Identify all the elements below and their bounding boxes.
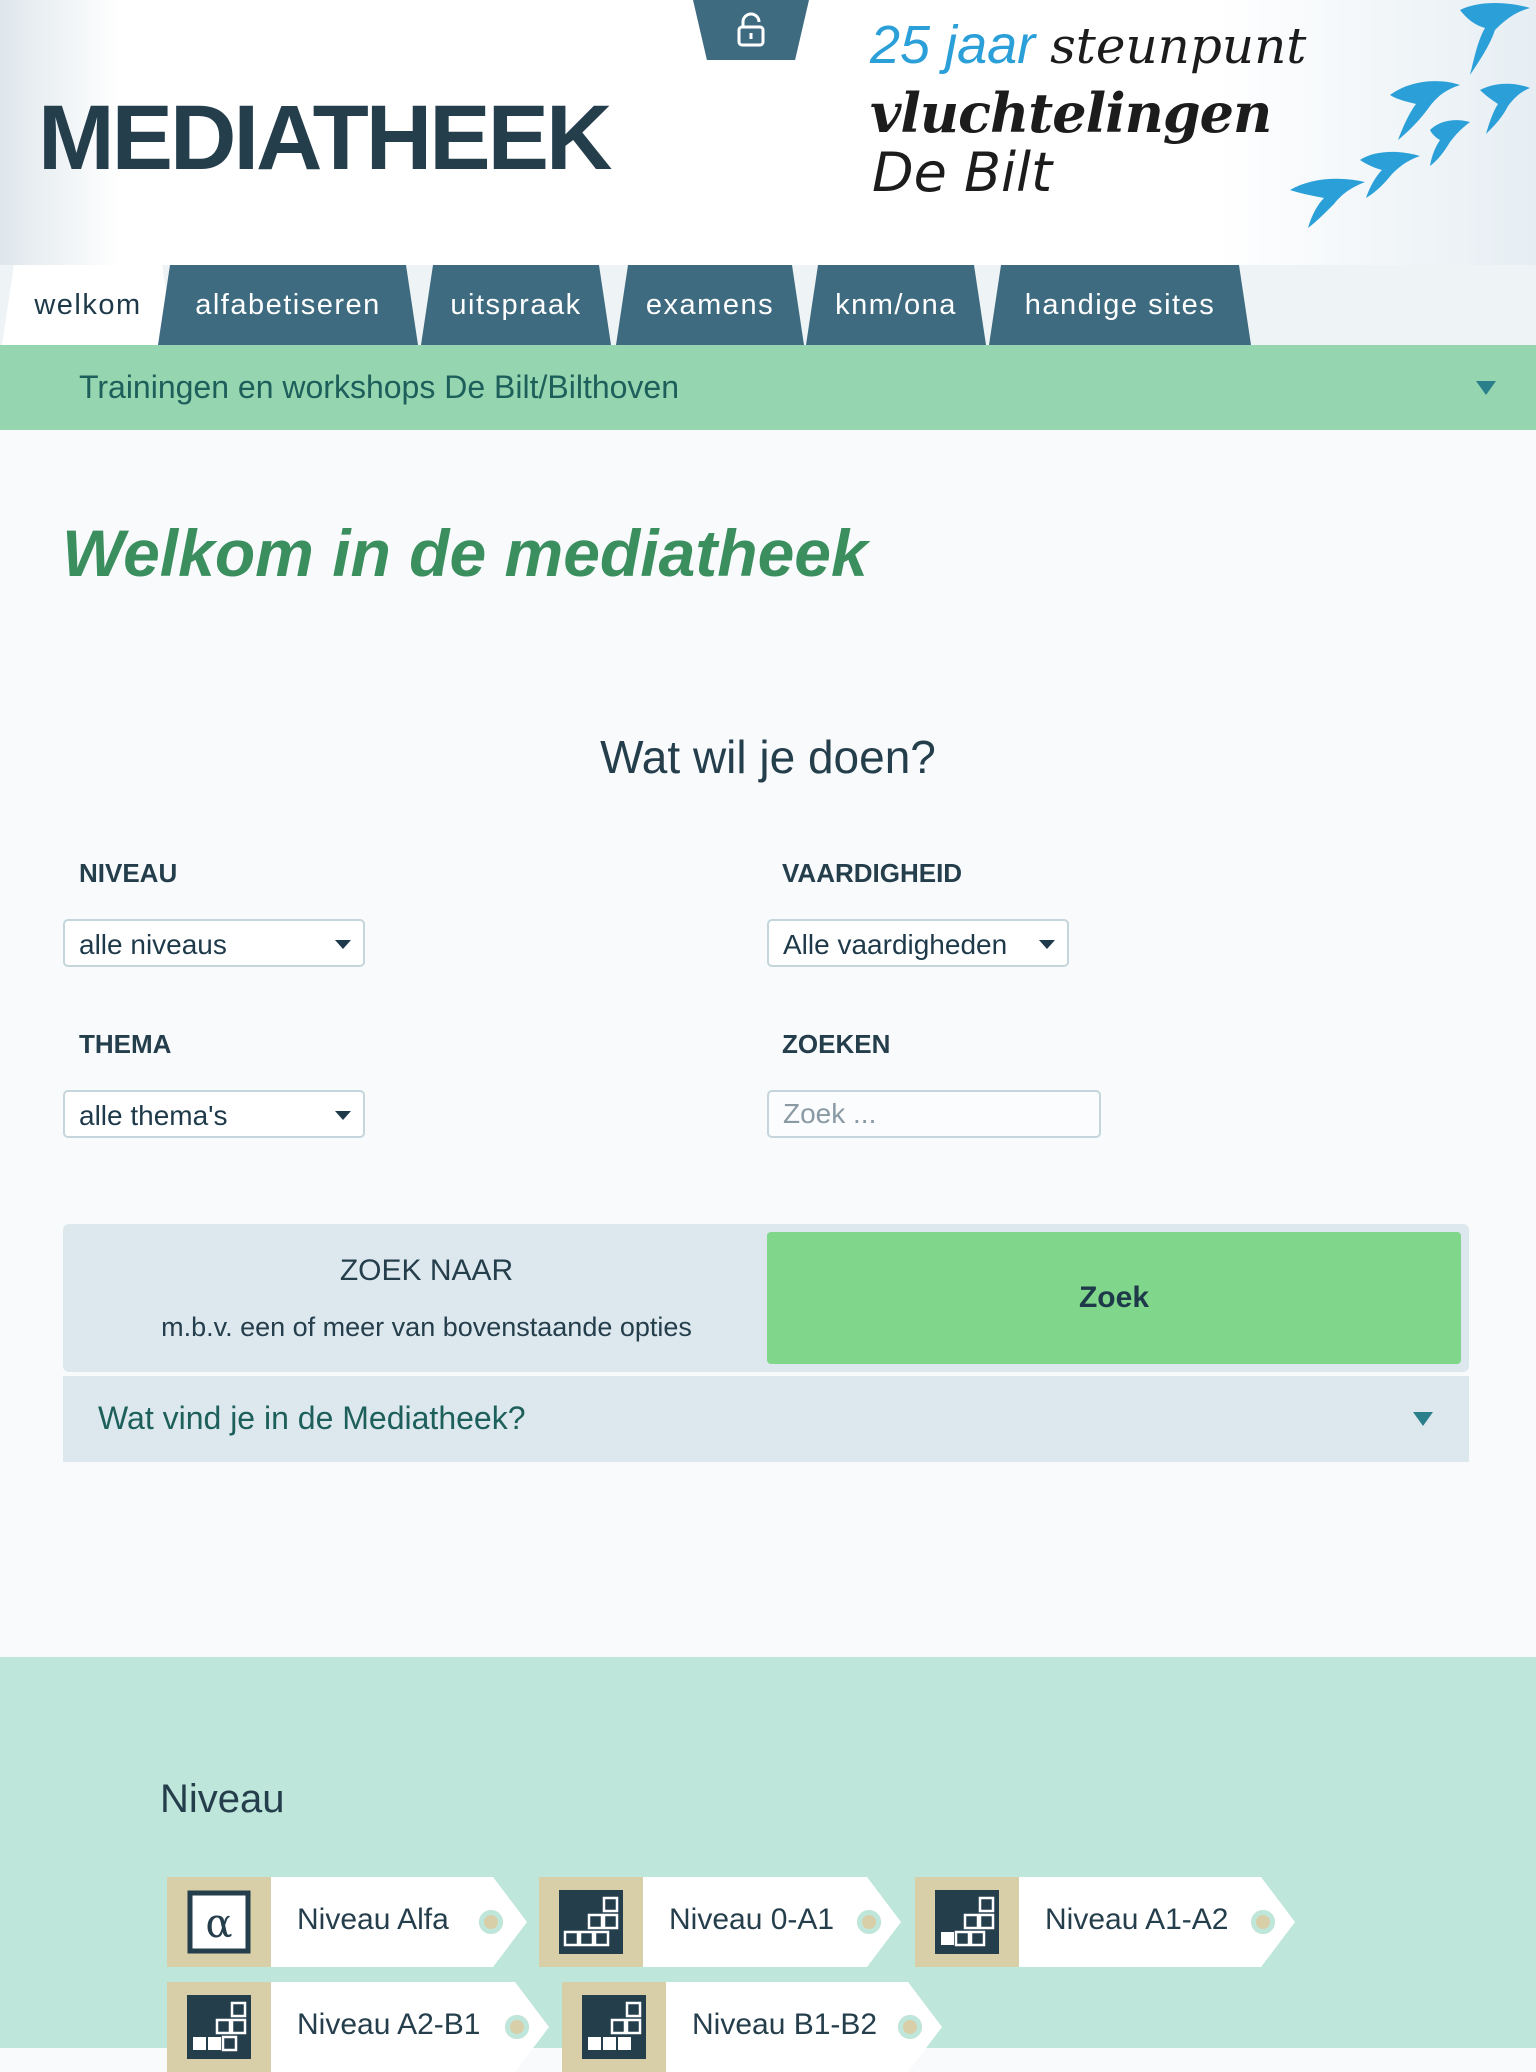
accordion-label: Wat vind je in de Mediatheek? <box>98 1400 526 1436</box>
niveau-label: NIVEAU <box>79 858 178 888</box>
level-label: Niveau 0-A1 <box>669 1903 835 1936</box>
logo-line1-dark: steunpunt <box>1050 17 1307 75</box>
levels-title: Niveau <box>160 1777 285 1821</box>
tab-label: handige sites <box>1024 288 1216 321</box>
tab-label: examens <box>645 288 775 321</box>
level-blocks-icon <box>187 1995 251 2059</box>
chevron-down-icon[interactable] <box>1476 381 1496 395</box>
dropdown-arrow-icon <box>1039 940 1055 949</box>
thema-select[interactable]: alle thema's <box>63 1090 365 1138</box>
svg-text:α: α <box>205 1901 232 1947</box>
search-input[interactable] <box>767 1090 1101 1138</box>
level-label: Niveau Alfa <box>297 1903 449 1936</box>
alpha-icon: α <box>187 1890 251 1954</box>
banner-label: Trainingen en workshops De Bilt/Bilthove… <box>79 369 680 405</box>
zoeken-label: ZOEKEN <box>782 1029 891 1059</box>
search-panel-hint: m.b.v. een of meer van bovenstaande opti… <box>161 1312 692 1342</box>
tag-hole <box>1251 1910 1275 1934</box>
chevron-down-icon[interactable] <box>1413 1412 1433 1426</box>
level-item-0-a1[interactable]: Niveau 0-A1 <box>539 1877 901 1967</box>
vaardigheid-select-value: Alle vaardigheden <box>783 929 1008 960</box>
thema-select-value: alle thema's <box>79 1100 228 1131</box>
niveau-select-value: alle niveaus <box>79 929 227 960</box>
dropdown-arrow-icon <box>335 940 351 949</box>
tab-label: uitspraak <box>450 288 582 321</box>
logo-line3: De Bilt <box>872 141 1053 204</box>
level-label: Niveau B1-B2 <box>692 2008 878 2041</box>
level-item-a2-b1[interactable]: Niveau A2-B1 <box>167 1982 549 2072</box>
tag-hole <box>898 2015 922 2039</box>
search-panel: ZOEK NAAR m.b.v. een of meer van bovenst… <box>63 1224 1469 1372</box>
search-button[interactable]: Zoek <box>767 1232 1461 1364</box>
page-title: Welkom in de mediatheek <box>62 516 868 590</box>
level-item-a1-a2[interactable]: Niveau A1-A2 <box>915 1877 1295 1967</box>
search-panel-title: ZOEK NAAR <box>339 1254 514 1287</box>
level-blocks-icon <box>559 1890 623 1954</box>
tab-label: alfabetiseren <box>195 288 381 321</box>
level-icon-box <box>562 1982 666 2072</box>
level-label: Niveau A1-A2 <box>1045 1903 1229 1936</box>
thema-label: THEMA <box>79 1029 172 1059</box>
tag-hole <box>857 1910 881 1934</box>
level-blocks-icon <box>582 1995 646 2059</box>
anniversary-logo: 25 jaar steunpunt vluchtelingen De Bilt <box>870 18 1340 208</box>
level-icon-box <box>167 1982 271 2072</box>
main-nav: welkom alfabetiseren uitspraak examens k… <box>0 265 1536 345</box>
vaardigheid-label: VAARDIGHEID <box>782 858 963 888</box>
tag-hole <box>479 1910 503 1934</box>
logo-line2: vluchtelingen <box>870 81 1272 145</box>
trainingen-banner[interactable]: Trainingen en workshops De Bilt/Bilthove… <box>0 345 1536 430</box>
level-item-b1-b2[interactable]: Niveau B1-B2 <box>562 1982 942 2072</box>
section-subheading: Wat wil je doen? <box>600 731 936 783</box>
levels-section: Niveau α Niveau Alfa Niveau 0-A1 Niveau … <box>0 1657 1536 2072</box>
tab-label: welkom <box>34 288 142 321</box>
level-icon-box <box>539 1877 643 1967</box>
niveau-select[interactable]: alle niveaus <box>63 919 365 967</box>
level-label: Niveau A2-B1 <box>297 2008 481 2041</box>
mediatheek-info-accordion[interactable]: Wat vind je in de Mediatheek? <box>63 1376 1469 1462</box>
tab-examens[interactable]: examens <box>616 265 804 345</box>
tab-label: knm/ona <box>835 288 957 321</box>
site-title[interactable]: MEDIATHEEK <box>38 92 612 184</box>
birds-illustration <box>1290 3 1530 228</box>
tab-knm-ona[interactable]: knm/ona <box>806 265 986 345</box>
level-blocks-icon <box>935 1890 999 1954</box>
lock-icon <box>737 12 765 47</box>
tab-alfabetiseren[interactable]: alfabetiseren <box>158 265 418 345</box>
login-tab[interactable] <box>693 0 809 60</box>
vaardigheid-select[interactable]: Alle vaardigheden <box>767 919 1069 967</box>
logo-line1-blue: 25 jaar <box>870 15 1036 75</box>
site-header: MEDIATHEEK 25 jaar steunpunt vluchteling… <box>0 0 1536 265</box>
tag-hole <box>505 2015 529 2039</box>
tab-uitspraak[interactable]: uitspraak <box>421 265 611 345</box>
level-item-alfa[interactable]: α Niveau Alfa <box>167 1877 527 1967</box>
dropdown-arrow-icon <box>335 1111 351 1120</box>
level-icon-box: α <box>167 1877 271 1967</box>
level-icon-box <box>915 1877 1019 1967</box>
tab-handige-sites[interactable]: handige sites <box>989 265 1251 345</box>
tab-welkom[interactable]: welkom <box>2 265 174 345</box>
